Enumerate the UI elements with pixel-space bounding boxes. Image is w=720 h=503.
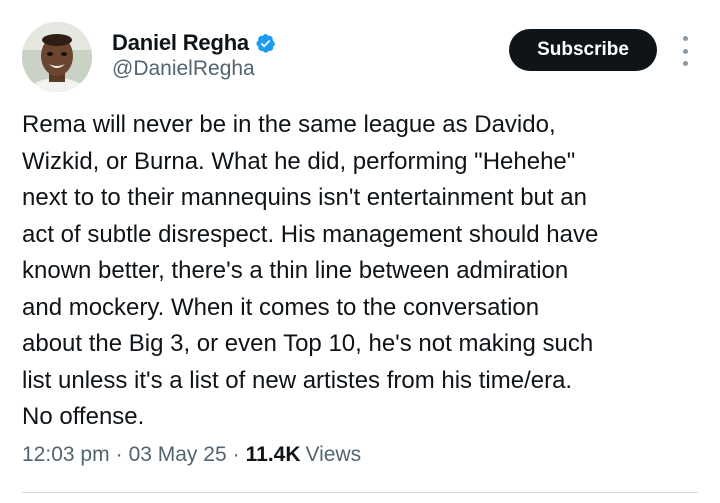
views-count[interactable]: 11.4K [246,443,301,467]
meta-separator: · [232,443,240,466]
tweet-line: No offense. [22,403,145,430]
tweet-line: next to to their mannequins isn't entert… [22,184,587,211]
views-label[interactable]: Views [306,443,362,467]
verified-badge-icon [256,33,276,53]
divider [22,492,698,493]
tweet-date[interactable]: 03 May 25 [129,443,227,467]
more-dot [682,61,688,66]
tweet-line: about the Big 3, or even Top 10, he's no… [22,330,594,357]
more-vertical-icon[interactable] [674,36,696,66]
tweet-line: act of subtle disrespect. His management… [22,220,599,248]
author-display-name[interactable]: Daniel Regha [112,30,249,56]
tweet-line: known better, there's a thin line betwee… [22,257,569,284]
tweet-line: Rema will never be in the same league as… [22,111,556,138]
tweet-meta: 12:03 pm · 03 May 25 · 11.4K Views [22,443,361,467]
more-dot [682,36,688,41]
subscribe-button[interactable]: Subscribe [509,29,657,71]
author-handle[interactable]: @DanielRegha [112,57,255,81]
avatar[interactable] [22,22,92,92]
profile-photo [22,22,92,92]
tweet-line: list unless it's a list of new artistes … [22,366,573,394]
meta-separator: · [115,443,123,466]
tweet-line: and mockery. When it comes to the conver… [22,293,540,321]
tweet-text: Rema will never be in the same league as… [22,107,712,436]
tweet-line: Wizkid, or Burna. What he did, performin… [22,147,576,175]
tweet-time[interactable]: 12:03 pm [22,443,110,467]
more-dot [682,48,688,54]
author-name-row[interactable]: Daniel Regha [112,30,276,56]
